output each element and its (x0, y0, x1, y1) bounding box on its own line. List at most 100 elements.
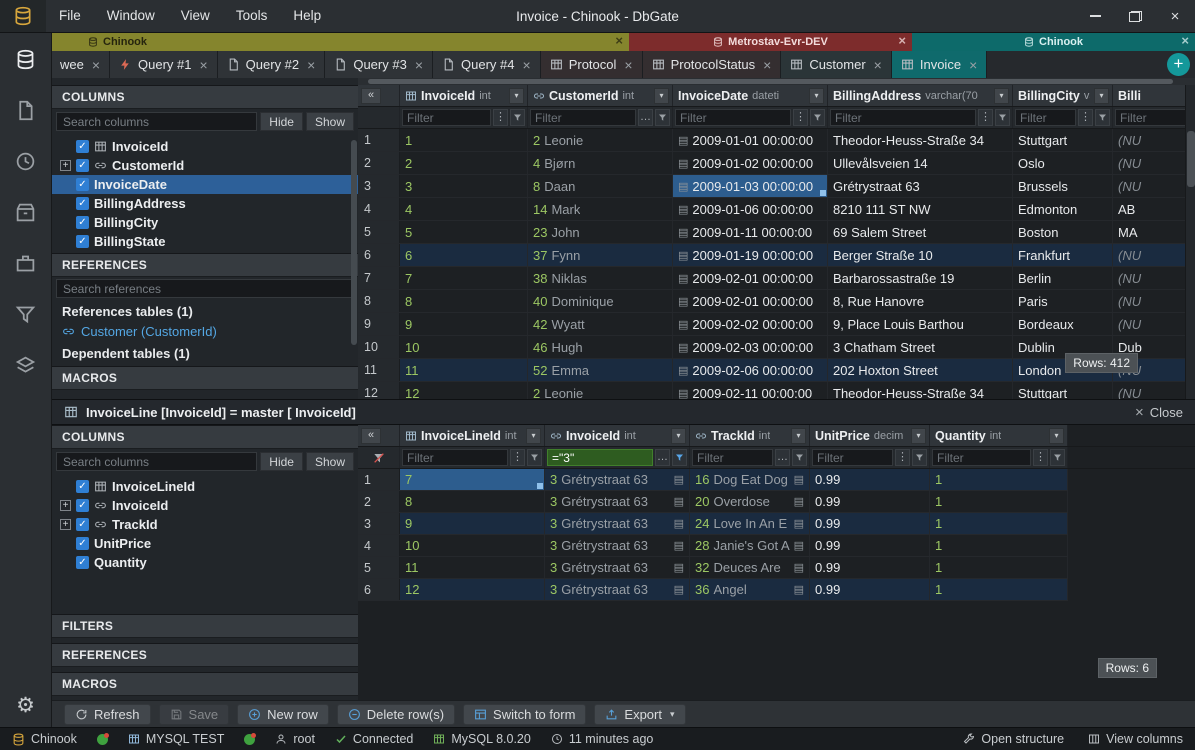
cell-customerid[interactable]: 4Bjørn (528, 152, 673, 174)
cell-trackid[interactable]: 24Love In An E▤ (690, 513, 810, 534)
cell-invoiceid[interactable]: 3Grétrystraat 63▤ (545, 557, 690, 578)
collapse-columns-button[interactable]: « (361, 428, 381, 444)
refresh-button[interactable]: Refresh (64, 704, 151, 725)
cell-invoiceid[interactable]: 3Grétrystraat 63▤ (545, 579, 690, 600)
tab-wee[interactable]: wee× (52, 51, 110, 78)
checkbox[interactable]: ✓ (76, 197, 89, 210)
cell-customerid[interactable]: 37Fynn (528, 244, 673, 266)
cell-billingstate[interactable]: (NU (1113, 313, 1195, 335)
cell-customerid[interactable]: 14Mark (528, 198, 673, 220)
close-icon[interactable]: × (898, 33, 906, 48)
show-button[interactable]: Show (306, 452, 354, 471)
cell-billingaddress[interactable]: 8, Rue Hanovre (828, 290, 1013, 312)
cell-billingcity[interactable]: Stuttgart (1013, 129, 1113, 151)
cell-unitprice[interactable]: 0.99 (810, 513, 930, 534)
filter-funnel-button[interactable] (995, 109, 1010, 126)
column-header-invoicelineid[interactable]: InvoiceLineIdint▾ (400, 425, 545, 446)
search-columns-input[interactable] (56, 112, 257, 131)
cell-customerid[interactable]: 23John (528, 221, 673, 243)
filter-options-icon[interactable]: ⋮ (1033, 449, 1048, 466)
restore-button[interactable] (1115, 0, 1155, 32)
cell-billingstate[interactable]: (NU (1113, 290, 1195, 312)
cell-billingcity[interactable]: Paris (1013, 290, 1113, 312)
filter-input-invoiceid[interactable] (547, 449, 653, 466)
column-tree-item-invoiceid[interactable]: +✓InvoiceId (52, 496, 358, 515)
references-section-header[interactable]: REFERENCES (52, 643, 358, 667)
cell-invoiceid[interactable]: 6 (400, 244, 528, 266)
checkbox[interactable]: ✓ (76, 499, 89, 512)
menu-window[interactable]: Window (94, 0, 168, 32)
cell-quantity[interactable]: 1 (930, 469, 1068, 490)
cell-invoicelineid[interactable]: 9 (400, 513, 545, 534)
column-header-customerid[interactable]: CustomerIdint▾ (528, 85, 673, 106)
cell-invoiceid[interactable]: 3 (400, 175, 528, 197)
row-number[interactable]: 3 (358, 513, 400, 534)
cell-customerid[interactable]: 2Leonie (528, 129, 673, 151)
cell-invoicedate[interactable]: ▤2009-01-01 00:00:00 (673, 129, 828, 151)
lookup-dialog-button[interactable]: … (638, 109, 653, 126)
column-header-billi[interactable]: Billi (1113, 85, 1195, 106)
export-button[interactable]: Export▾ (594, 704, 685, 725)
cell-quantity[interactable]: 1 (930, 579, 1068, 600)
row-number[interactable]: 4 (358, 535, 400, 556)
cell-trackid[interactable]: 16Dog Eat Dog▤ (690, 469, 810, 490)
cell-invoiceid[interactable]: 10 (400, 336, 528, 358)
filter-options-icon[interactable]: ⋮ (493, 109, 508, 126)
delete-row-s-button[interactable]: Delete row(s) (337, 704, 455, 725)
cell-customerid[interactable]: 46Hugh (528, 336, 673, 358)
cell-billingaddress[interactable]: Barbarossastraße 19 (828, 267, 1013, 289)
close-icon[interactable]: × (763, 57, 771, 73)
cell-invoicedate[interactable]: ▤2009-02-03 00:00:00 (673, 336, 828, 358)
cell-trackid[interactable]: 36Angel▤ (690, 579, 810, 600)
row-number[interactable]: 12 (358, 382, 400, 399)
close-icon[interactable]: × (307, 57, 315, 73)
cell-invoiceid[interactable]: 12 (400, 382, 528, 399)
row-number[interactable]: 8 (358, 290, 400, 312)
cell-billingcity[interactable]: Bordeaux (1013, 313, 1113, 335)
row-number[interactable]: 5 (358, 221, 400, 243)
cell-customerid[interactable]: 38Niklas (528, 267, 673, 289)
row-number[interactable]: 1 (358, 469, 400, 490)
column-tree-item-invoicedate[interactable]: ✓InvoiceDate (52, 175, 358, 194)
filter-input-customerid[interactable] (530, 109, 636, 126)
sidebar-history-icon[interactable] (15, 151, 36, 172)
cell-invoicedate[interactable]: ▤2009-01-06 00:00:00 (673, 198, 828, 220)
filter-input-invoicedate[interactable] (675, 109, 791, 126)
column-menu-button[interactable]: ▾ (994, 88, 1009, 104)
hide-button[interactable]: Hide (260, 112, 303, 131)
checkbox[interactable]: ✓ (76, 556, 89, 569)
cell-unitprice[interactable]: 0.99 (810, 557, 930, 578)
column-tree-item-billingcity[interactable]: ✓BillingCity (52, 213, 358, 232)
cell-invoiceid[interactable]: 3Grétrystraat 63▤ (545, 535, 690, 556)
columns-section-header[interactable]: COLUMNS (52, 85, 358, 109)
tab-group-metrostav-evr-dev[interactable]: Metrostav-Evr-DEV× (629, 33, 912, 51)
close-icon[interactable]: × (615, 33, 623, 48)
menu-tools[interactable]: Tools (223, 0, 281, 32)
cell-billingstate[interactable]: (NU (1113, 152, 1195, 174)
cell-invoiceid[interactable]: 3Grétrystraat 63▤ (545, 491, 690, 512)
cell-invoicedate[interactable]: ▤2009-02-06 00:00:00 (673, 359, 828, 381)
search-references-input[interactable] (56, 279, 354, 298)
column-menu-button[interactable]: ▾ (1049, 428, 1064, 444)
expand-icon[interactable]: + (60, 500, 71, 511)
cell-billingcity[interactable]: Edmonton (1013, 198, 1113, 220)
cell-invoiceid[interactable]: 5 (400, 221, 528, 243)
cell-billingaddress[interactable]: 202 Hoxton Street (828, 359, 1013, 381)
column-menu-button[interactable]: ▾ (791, 428, 806, 444)
close-icon[interactable]: × (874, 57, 882, 73)
cell-unitprice[interactable]: 0.99 (810, 535, 930, 556)
checkbox[interactable]: ✓ (76, 216, 89, 229)
column-header-unitprice[interactable]: UnitPricedecim▾ (810, 425, 930, 446)
filter-funnel-button[interactable] (1095, 109, 1110, 126)
cell-invoicedate[interactable]: ▤2009-02-11 00:00:00 (673, 382, 828, 399)
checkbox[interactable]: ✓ (76, 140, 89, 153)
cell-quantity[interactable]: 1 (930, 513, 1068, 534)
cell-invoicedate[interactable]: ▤2009-02-01 00:00:00 (673, 290, 828, 312)
column-tree-item-customerid[interactable]: +✓CustomerId (52, 156, 358, 175)
row-number[interactable]: 2 (358, 152, 400, 174)
cell-billingcity[interactable]: Boston (1013, 221, 1113, 243)
menu-view[interactable]: View (168, 0, 223, 32)
save-button[interactable]: Save (159, 704, 230, 725)
cell-billingstate[interactable]: (NU (1113, 244, 1195, 266)
sidebar-connections-icon[interactable] (15, 49, 36, 70)
